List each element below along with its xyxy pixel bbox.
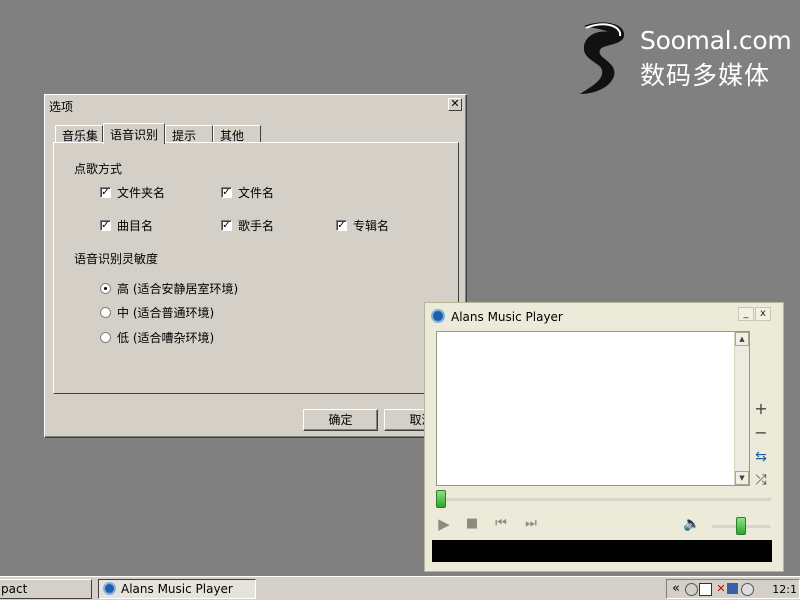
checkbox-label: 文件夹名 bbox=[117, 186, 166, 200]
checkbox-label: 曲目名 bbox=[117, 219, 154, 233]
checkmark-icon[interactable]: ✓ bbox=[221, 220, 232, 231]
scroll-down-icon[interactable]: ▼ bbox=[735, 471, 749, 485]
soomal-watermark: Soomal.com 数码多媒体 bbox=[574, 20, 794, 100]
player-close-button[interactable]: x bbox=[755, 307, 771, 321]
checkbox-folder-name[interactable]: ✓ 文件夹名 bbox=[100, 184, 165, 201]
checkmark-icon[interactable]: ✓ bbox=[221, 187, 232, 198]
play-icon[interactable]: ▶ bbox=[435, 515, 453, 533]
checkbox-album-name[interactable]: ✓ 专辑名 bbox=[336, 217, 389, 234]
volume-slider[interactable] bbox=[712, 517, 770, 535]
previous-icon[interactable]: ⏮ bbox=[492, 515, 510, 533]
checkbox-label: 专辑名 bbox=[353, 219, 390, 233]
tab-hints[interactable]: 提示 bbox=[165, 125, 213, 143]
radio-sensitivity-high[interactable]: 高 (适合安静居室环境) bbox=[100, 280, 238, 297]
checkmark-icon[interactable]: ✓ bbox=[100, 220, 111, 231]
checkmark-icon[interactable]: ✓ bbox=[100, 187, 111, 198]
playlist[interactable]: ▲ ▼ bbox=[436, 331, 750, 486]
taskbar-item-pact[interactable]: pact bbox=[0, 579, 92, 599]
voice-recognition-panel: 点歌方式 ✓ 文件夹名 ✓ 文件名 ✓ 曲目名 ✓ 歌手名 ✓ 专辑名 语音识别… bbox=[53, 142, 459, 394]
radio-dot-icon[interactable] bbox=[100, 332, 111, 343]
checkbox-label: 歌手名 bbox=[238, 219, 275, 233]
player-app-icon bbox=[103, 582, 116, 595]
tray-network-icon[interactable] bbox=[685, 583, 698, 596]
seek-thumb[interactable] bbox=[436, 490, 446, 508]
stop-icon[interactable]: ■ bbox=[463, 515, 481, 533]
radio-sensitivity-low[interactable]: 低 (适合嘈杂环境) bbox=[100, 329, 214, 346]
tray-monitor-icon[interactable] bbox=[727, 583, 738, 594]
player-app-icon bbox=[431, 309, 445, 323]
tab-music-collection[interactable]: 音乐集 bbox=[55, 125, 103, 143]
radio-label: 高 (适合安静居室环境) bbox=[117, 282, 239, 296]
playlist-scrollbar[interactable]: ▲ ▼ bbox=[734, 332, 749, 485]
tray-shield-icon[interactable] bbox=[699, 583, 712, 596]
radio-sensitivity-medium[interactable]: 中 (适合普通环境) bbox=[100, 304, 214, 321]
watermark-brand-cn: 数码多媒体 bbox=[640, 61, 771, 90]
volume-icon[interactable]: 🔈 bbox=[683, 515, 701, 533]
seek-bar[interactable] bbox=[436, 490, 771, 508]
soomal-logo-icon bbox=[580, 22, 625, 94]
radio-dot-icon[interactable] bbox=[100, 307, 111, 318]
taskbar-item-music-player[interactable]: Alans Music Player bbox=[98, 579, 256, 599]
checkbox-file-name[interactable]: ✓ 文件名 bbox=[221, 184, 274, 201]
checkmark-icon[interactable]: ✓ bbox=[336, 220, 347, 231]
player-title: Alans Music Player bbox=[451, 310, 563, 324]
player-display bbox=[432, 540, 772, 562]
radio-label: 中 (适合普通环境) bbox=[117, 306, 215, 320]
tab-voice-recognition[interactable]: 语音识别 bbox=[103, 123, 165, 144]
song-mode-label: 点歌方式 bbox=[74, 162, 123, 176]
add-icon[interactable]: + bbox=[753, 401, 769, 417]
checkbox-track-name[interactable]: ✓ 曲目名 bbox=[100, 217, 153, 234]
clock: 12:1 bbox=[772, 583, 797, 596]
minimize-button[interactable]: _ bbox=[738, 307, 754, 321]
system-tray: « ✕ 12:1 bbox=[666, 579, 800, 599]
sensitivity-label: 语音识别灵敏度 bbox=[74, 252, 159, 266]
ok-button[interactable]: 确定 bbox=[303, 409, 378, 431]
dialog-titlebar[interactable]: 选项 ✕ bbox=[46, 96, 465, 114]
scroll-up-icon[interactable]: ▲ bbox=[735, 332, 749, 346]
taskbar: pact Alans Music Player « ✕ 12:1 bbox=[0, 576, 800, 600]
checkbox-label: 文件名 bbox=[238, 186, 275, 200]
dialog-title: 选项 bbox=[49, 100, 74, 114]
player-titlebar[interactable]: Alans Music Player bbox=[430, 308, 783, 326]
watermark-brand: Soomal.com bbox=[640, 26, 792, 55]
tab-other[interactable]: 其他 bbox=[213, 125, 261, 143]
remove-icon[interactable]: − bbox=[753, 425, 769, 441]
checkbox-artist-name[interactable]: ✓ 歌手名 bbox=[221, 217, 274, 234]
shuffle-icon[interactable]: ⤮ bbox=[753, 472, 769, 488]
music-player-window: Alans Music Player _ x ▲ ▼ + − ⇆ ⤮ ▶ ■ ⏮… bbox=[424, 302, 784, 572]
radio-label: 低 (适合嘈杂环境) bbox=[117, 331, 215, 345]
taskbar-item-label: Alans Music Player bbox=[121, 582, 233, 596]
volume-thumb[interactable] bbox=[736, 517, 746, 535]
next-icon[interactable]: ⏭ bbox=[522, 515, 540, 533]
options-dialog: 选项 ✕ 音乐集 语音识别 提示 其他 点歌方式 ✓ 文件夹名 ✓ 文件名 ✓ … bbox=[44, 94, 467, 438]
tray-expand-icon[interactable]: « bbox=[669, 582, 683, 596]
radio-dot-icon[interactable] bbox=[100, 283, 111, 294]
tray-antivirus-icon[interactable]: ✕ bbox=[714, 582, 728, 596]
dialog-close-button[interactable]: ✕ bbox=[448, 98, 462, 111]
repeat-icon[interactable]: ⇆ bbox=[753, 449, 769, 465]
tray-volume-icon[interactable] bbox=[741, 583, 754, 596]
